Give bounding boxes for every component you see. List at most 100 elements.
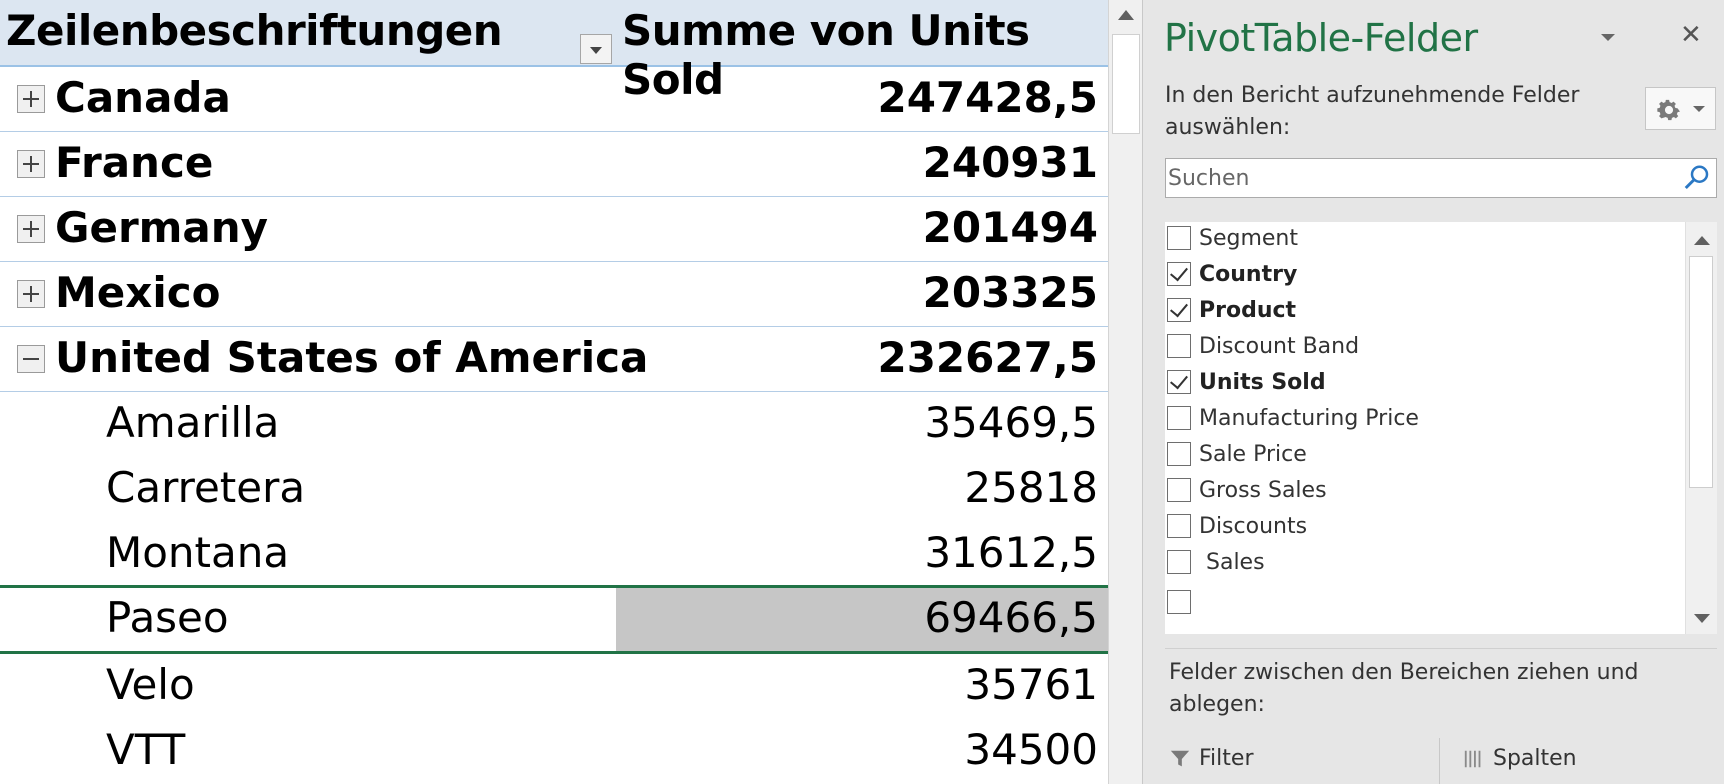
row-label: Canada: [55, 73, 231, 122]
row-label: Velo: [106, 660, 195, 709]
row-label: France: [55, 138, 214, 187]
pivot-table: Zeilenbeschriftungen Summe von Units Sol…: [0, 0, 1108, 784]
row-label: United States of America: [55, 333, 649, 382]
field-item-units-sold[interactable]: Units Sold: [1165, 366, 1685, 406]
row-label: Mexico: [55, 268, 221, 317]
row-labels-header[interactable]: Zeilenbeschriftungen: [6, 6, 503, 55]
field-label: Sale Price: [1199, 442, 1307, 467]
filter-icon: [1170, 750, 1190, 767]
row-value: 25818: [964, 463, 1098, 512]
field-search-box[interactable]: [1165, 158, 1717, 198]
pivot-header-row: Zeilenbeschriftungen Summe von Units Sol…: [0, 0, 1108, 104]
field-checkbox[interactable]: [1167, 226, 1191, 250]
pivot-row-canada[interactable]: Canada 247428,5: [0, 67, 1108, 132]
areas-instruction: Felder zwischen den Bereichen ziehen und…: [1169, 660, 1639, 717]
columns-area-header: Spalten: [1463, 746, 1577, 771]
field-label: Discount Band: [1199, 334, 1360, 359]
field-item-sale-price[interactable]: Sale Price: [1165, 438, 1685, 478]
row-value: 201494: [922, 203, 1098, 252]
field-label: Units Sold: [1199, 370, 1326, 395]
columns-area-label: Spalten: [1493, 746, 1577, 771]
field-item-gross-sales[interactable]: Gross Sales: [1165, 474, 1685, 514]
row-labels-filter-button[interactable]: [580, 34, 612, 64]
pivot-subrow-vtt[interactable]: VTT 34500: [0, 719, 1108, 784]
pivottable-fields-pane: PivotTable-Felder ✕ In den Bericht aufzu…: [1143, 0, 1724, 784]
pivot-subrow-carretera[interactable]: Carretera 25818: [0, 457, 1108, 522]
field-item-discount-band[interactable]: Discount Band: [1165, 330, 1685, 370]
tools-button[interactable]: [1645, 87, 1716, 130]
search-input[interactable]: [1166, 159, 1668, 197]
row-value: 34500: [964, 725, 1098, 774]
field-label: Discounts: [1199, 514, 1308, 539]
section-divider: [1165, 648, 1717, 649]
row-value: 31612,5: [924, 528, 1098, 577]
row-label: Montana: [106, 528, 290, 577]
row-value: 240931: [922, 138, 1098, 187]
close-icon[interactable]: ✕: [1680, 20, 1702, 50]
expand-icon[interactable]: [17, 150, 45, 178]
row-value: 203325: [922, 268, 1098, 317]
field-checkbox[interactable]: [1167, 262, 1191, 286]
filter-area-header: Filter: [1169, 746, 1253, 771]
row-label: Paseo: [106, 593, 229, 642]
columns-icon: [1464, 750, 1481, 768]
scroll-up-icon[interactable]: [1118, 10, 1134, 20]
field-checkbox[interactable]: [1167, 442, 1191, 466]
row-value: 35469,5: [924, 398, 1098, 447]
field-checkbox[interactable]: [1167, 334, 1191, 358]
field-item-manufacturing-price[interactable]: Manufacturing Price: [1165, 402, 1685, 442]
scroll-thumb[interactable]: [1689, 256, 1713, 488]
pivot-subrow-velo[interactable]: Velo 35761: [0, 654, 1108, 719]
pivot-subrow-paseo[interactable]: Paseo 69466,5: [0, 585, 1108, 654]
pivot-subrow-amarilla[interactable]: Amarilla 35469,5: [0, 392, 1108, 457]
field-item-product[interactable]: Product: [1165, 294, 1685, 334]
row-value: 232627,5: [877, 333, 1098, 382]
field-item-partial[interactable]: [1165, 586, 1685, 626]
pane-title: PivotTable-Felder: [1164, 16, 1478, 60]
expand-icon[interactable]: [17, 280, 45, 308]
field-label: Country: [1199, 262, 1298, 287]
expand-icon[interactable]: [17, 215, 45, 243]
field-checkbox[interactable]: [1167, 298, 1191, 322]
area-separator: [1439, 738, 1440, 784]
field-item-discounts[interactable]: Discounts: [1165, 510, 1685, 550]
chevron-down-icon: [1693, 106, 1705, 112]
row-value: 69466,5: [924, 593, 1098, 642]
row-label: Amarilla: [106, 398, 280, 447]
field-item-country[interactable]: Country: [1165, 258, 1685, 298]
expand-icon[interactable]: [17, 85, 45, 113]
row-value: 35761: [964, 660, 1098, 709]
field-label: Sales: [1199, 550, 1265, 575]
pivot-subrow-montana[interactable]: Montana 31612,5: [0, 522, 1108, 587]
field-checkbox[interactable]: [1167, 514, 1191, 538]
field-checkbox[interactable]: [1167, 550, 1191, 574]
fields-instruction: In den Bericht aufzunehmende Felder ausw…: [1165, 83, 1580, 140]
field-item-sales[interactable]: Sales: [1165, 546, 1685, 586]
pivot-row-usa[interactable]: United States of America 232627,5: [0, 327, 1108, 392]
field-label: Manufacturing Price: [1199, 406, 1419, 431]
pivot-row-germany[interactable]: Germany 201494: [0, 197, 1108, 262]
row-label: Germany: [55, 203, 269, 252]
scroll-down-icon[interactable]: [1694, 614, 1710, 623]
sheet-vertical-scrollbar[interactable]: [1108, 0, 1142, 784]
field-item-segment[interactable]: Segment: [1165, 222, 1685, 262]
gear-icon: [1657, 99, 1680, 121]
field-label: Segment: [1199, 226, 1298, 251]
pivot-row-mexico[interactable]: Mexico 203325: [0, 262, 1108, 327]
pane-options-chevron-down-icon[interactable]: [1601, 34, 1615, 41]
field-list-scrollbar[interactable]: [1685, 222, 1717, 634]
field-checkbox[interactable]: [1167, 370, 1191, 394]
field-list: Segment Country Product Discount Band Un…: [1165, 222, 1717, 634]
scroll-thumb[interactable]: [1112, 34, 1140, 134]
field-label: Product: [1199, 298, 1297, 323]
field-checkbox[interactable]: [1167, 406, 1191, 430]
field-checkbox[interactable]: [1167, 478, 1191, 502]
row-label: Carretera: [106, 463, 306, 512]
field-label: Gross Sales: [1199, 478, 1327, 503]
filter-area-label: Filter: [1199, 746, 1254, 771]
collapse-icon[interactable]: [17, 345, 45, 373]
field-checkbox[interactable]: [1167, 590, 1191, 614]
search-icon[interactable]: [1682, 163, 1712, 193]
pivot-row-france[interactable]: France 240931: [0, 132, 1108, 197]
scroll-up-icon[interactable]: [1694, 236, 1710, 245]
